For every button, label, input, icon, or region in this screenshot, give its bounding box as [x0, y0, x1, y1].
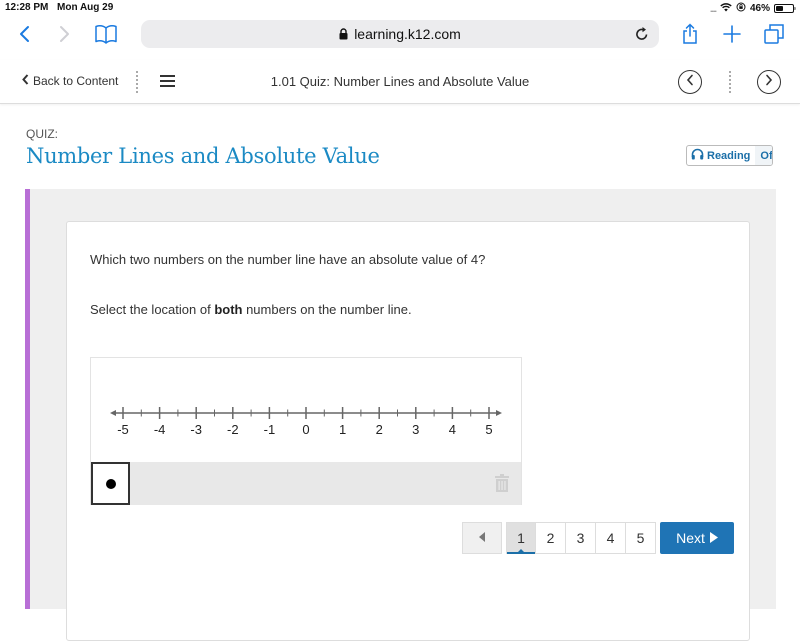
question-panel: Which two numbers on the number line hav… — [25, 189, 776, 641]
caret-left-icon — [478, 529, 486, 547]
reading-label: Reading — [707, 149, 751, 162]
chevron-left-icon — [22, 74, 29, 88]
back-icon[interactable] — [11, 21, 37, 47]
tick-label: -3 — [190, 422, 202, 437]
tick-label: -5 — [117, 422, 129, 437]
forward-icon[interactable] — [52, 21, 78, 47]
menu-icon[interactable] — [160, 75, 175, 87]
tick-label: 0 — [302, 422, 309, 437]
battery-icon — [774, 4, 796, 13]
arrow-right — [496, 410, 502, 416]
tick-label: 4 — [449, 422, 456, 437]
status-time: 12:28 PM — [5, 2, 49, 13]
point-tool-button[interactable] — [91, 462, 130, 505]
quiz-title: Number Lines and Absolute Value — [26, 144, 380, 168]
quiz-label: QUIZ: — [26, 127, 58, 141]
divider — [136, 71, 138, 93]
bookmarks-icon[interactable] — [93, 21, 119, 47]
lock-icon — [339, 28, 348, 40]
next-label: Next — [676, 530, 705, 546]
divider — [729, 71, 731, 93]
reload-icon[interactable] — [635, 26, 649, 44]
caret-right-icon — [709, 530, 718, 546]
back-to-content-link[interactable]: Back to Content — [22, 74, 118, 88]
tool-tray — [91, 462, 521, 505]
arrow-left — [110, 410, 116, 416]
tick-label: 5 — [485, 422, 492, 437]
page-button-1[interactable]: 1 — [506, 522, 536, 554]
next-activity-button[interactable] — [757, 70, 781, 94]
headphones-icon — [691, 148, 704, 163]
course-nav-bar: Back to Content 1.01 Quiz: Number Lines … — [0, 60, 800, 104]
status-date: Mon Aug 29 — [57, 2, 114, 13]
new-tab-icon[interactable] — [719, 21, 745, 47]
tick-label: -1 — [264, 422, 276, 437]
point-icon — [105, 478, 116, 489]
battery-fill — [776, 6, 783, 11]
page-button-2[interactable]: 2 — [536, 522, 566, 554]
wifi-icon — [720, 2, 732, 15]
chevron-left-icon — [686, 73, 694, 91]
tick-label: -2 — [227, 422, 239, 437]
question-prompt: Which two numbers on the number line hav… — [90, 252, 486, 267]
instruction-text-post: numbers on the number line. — [242, 302, 412, 317]
status-bar: 12:28 PM Mon Aug 29 .... 46% — [0, 0, 800, 18]
tick-label: 1 — [339, 422, 346, 437]
page-button-4[interactable]: 4 — [596, 522, 626, 554]
tick-label: -4 — [154, 422, 166, 437]
instruction-text-bold: both — [214, 302, 243, 317]
tick-label: 2 — [376, 422, 383, 437]
signal-icon: .... — [709, 3, 717, 14]
previous-activity-button[interactable] — [678, 70, 702, 94]
page-button-3[interactable]: 3 — [566, 522, 596, 554]
page-button-5[interactable]: 5 — [626, 522, 656, 554]
tick-label: 3 — [412, 422, 419, 437]
tabs-icon[interactable] — [761, 21, 787, 47]
previous-question-button[interactable] — [462, 522, 502, 554]
trash-icon[interactable] — [495, 474, 509, 497]
battery-percent: 46% — [749, 3, 770, 14]
next-question-button[interactable]: Next — [660, 522, 734, 554]
instruction-text-pre: Select the location of — [90, 302, 215, 317]
url-text: learning.k12.com — [354, 26, 461, 42]
reading-label-wrap: Reading — [687, 146, 755, 165]
reading-toggle-button[interactable]: Reading Off — [686, 145, 773, 166]
chevron-right-icon — [765, 73, 773, 91]
status-right: .... 46% — [709, 2, 796, 15]
reading-state: Off — [755, 146, 772, 165]
orientation-lock-icon — [736, 2, 746, 15]
browser-toolbar: learning.k12.com — [0, 18, 800, 50]
share-icon[interactable] — [677, 21, 703, 47]
question-card: Which two numbers on the number line hav… — [66, 221, 750, 641]
back-to-content-label: Back to Content — [33, 74, 119, 88]
url-bar[interactable]: learning.k12.com — [141, 20, 659, 48]
page-list: 12345 — [506, 522, 656, 554]
pagination: 12345 Next — [462, 522, 734, 554]
question-instruction: Select the location of both numbers on t… — [90, 302, 412, 317]
number-line[interactable]: -5 -4 -3 -2 -1 0 1 2 3 4 5 — [91, 358, 521, 462]
lesson-title: 1.01 Quiz: Number Lines and Absolute Val… — [270, 74, 530, 89]
number-line-widget: -5 -4 -3 -2 -1 0 1 2 3 4 5 — [90, 357, 522, 505]
